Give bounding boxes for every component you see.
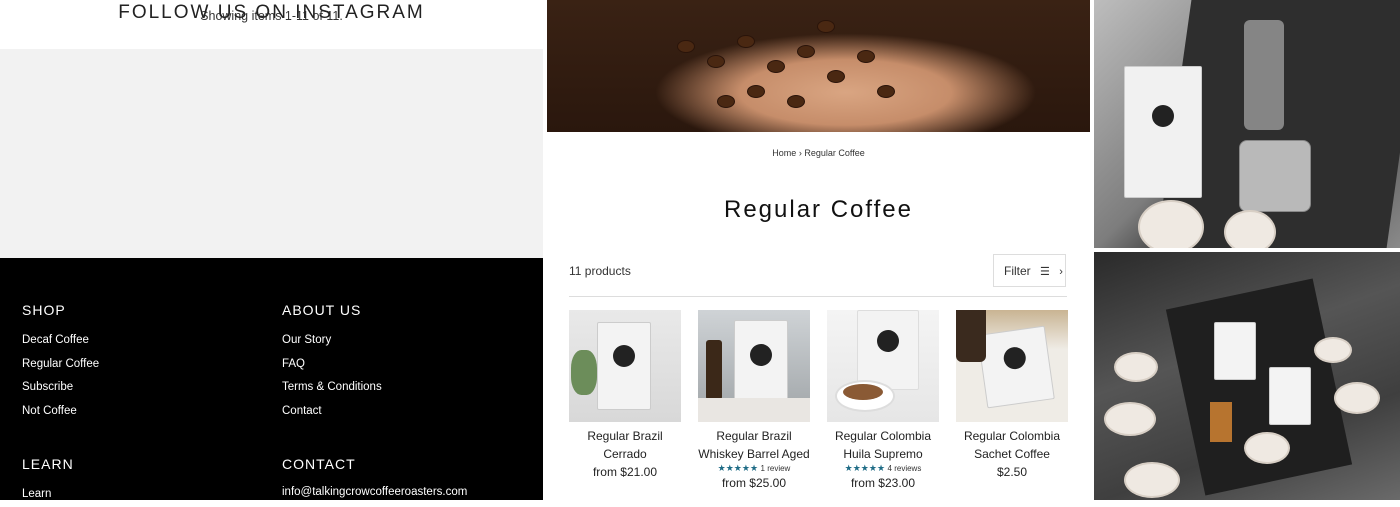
rating-stars: ★★★★★ 1 review — [698, 463, 810, 474]
footer-link-learn[interactable]: Learn — [22, 483, 74, 507]
product-count: 11 products — [569, 264, 631, 278]
chevron-right-icon: › — [1059, 266, 1063, 278]
footer-link-subscribe[interactable]: Subscribe — [22, 376, 99, 400]
footer-about-heading: ABOUT US — [282, 302, 362, 318]
footer-about: ABOUT US Our Story FAQ Terms & Condition… — [282, 302, 382, 424]
review-count[interactable]: 1 review — [761, 464, 791, 473]
product-name[interactable]: Regular Brazil Whiskey Barrel Aged — [698, 427, 810, 463]
product-image[interactable] — [698, 310, 810, 422]
star-icons: ★★★★★ — [844, 463, 886, 473]
product-card[interactable]: Regular Colombia Huila Supremo ★★★★★ 4 r… — [827, 310, 939, 492]
instagram-photo[interactable] — [1094, 252, 1400, 500]
product-name[interactable]: Regular Colombia Sachet Coffee — [956, 427, 1068, 463]
star-icons: ★★★★★ — [717, 463, 759, 473]
footer-shop: SHOP Decaf Coffee Regular Coffee Subscri… — [22, 302, 99, 424]
product-name[interactable]: Regular Brazil Cerrado — [569, 427, 681, 463]
breadcrumb-separator: › — [798, 148, 802, 158]
footer-contact: CONTACT info@talkingcrowcoffeeroasters.c… — [282, 456, 467, 505]
footer-link-decaf[interactable]: Decaf Coffee — [22, 329, 99, 353]
sliders-icon: ☰ — [1040, 266, 1050, 278]
footer-link-contact[interactable]: Contact — [282, 400, 382, 424]
product-price: $2.50 — [996, 465, 1028, 479]
footer-link-our-story[interactable]: Our Story — [282, 329, 382, 353]
instagram-heading: FOLLOW US ON INSTAGRAM — [118, 2, 425, 23]
filter-button[interactable]: Filter ☰ › — [993, 254, 1066, 287]
page-title: Regular Coffee — [724, 196, 913, 223]
product-name[interactable]: Regular Colombia Huila Supremo — [827, 427, 939, 463]
product-price: from $25.00 — [721, 476, 787, 490]
footer-shop-heading: SHOP — [22, 302, 66, 318]
footer-link-not-coffee[interactable]: Not Coffee — [22, 400, 99, 424]
product-price: from $23.00 — [850, 476, 916, 490]
product-image[interactable] — [956, 310, 1068, 422]
footer-learn-heading: LEARN — [22, 456, 74, 472]
footer-contact-heading: CONTACT — [282, 456, 356, 472]
hero-image-coffee-beans — [547, 0, 1090, 132]
site-footer: SHOP Decaf Coffee Regular Coffee Subscri… — [0, 258, 543, 500]
instagram-section: FOLLOW US ON INSTAGRAM — [0, 2, 543, 258]
instagram-photo[interactable] — [1094, 0, 1400, 248]
footer-link-faq[interactable]: FAQ — [282, 353, 382, 377]
product-price: from $21.00 — [592, 465, 658, 479]
footer-link-regular[interactable]: Regular Coffee — [22, 353, 99, 377]
breadcrumb: Home › Regular Coffee — [543, 148, 1094, 158]
breadcrumb-home[interactable]: Home — [772, 148, 796, 158]
product-card[interactable]: Regular Brazil Cerrado from $21.00 — [569, 310, 681, 481]
instagram-gallery — [1094, 0, 1400, 500]
product-card[interactable]: Regular Colombia Sachet Coffee $2.50 — [956, 310, 1068, 481]
breadcrumb-current: Regular Coffee — [804, 148, 865, 158]
left-column: Showing items 1-11 of 11. FOLLOW US ON I… — [0, 0, 543, 500]
product-image[interactable] — [827, 310, 939, 422]
footer-contact-email[interactable]: info@talkingcrowcoffeeroasters.com — [282, 481, 467, 505]
filter-label: Filter — [1004, 264, 1031, 278]
product-image[interactable] — [569, 310, 681, 422]
product-card[interactable]: Regular Brazil Whiskey Barrel Aged ★★★★★… — [698, 310, 810, 492]
footer-link-terms[interactable]: Terms & Conditions — [282, 376, 382, 400]
footer-learn: LEARN Learn — [22, 456, 74, 507]
collection-panel: Home › Regular Coffee Regular Coffee 11 … — [543, 0, 1094, 500]
divider — [569, 296, 1067, 297]
rating-stars: ★★★★★ 4 reviews — [827, 463, 939, 474]
review-count[interactable]: 4 reviews — [888, 464, 922, 473]
